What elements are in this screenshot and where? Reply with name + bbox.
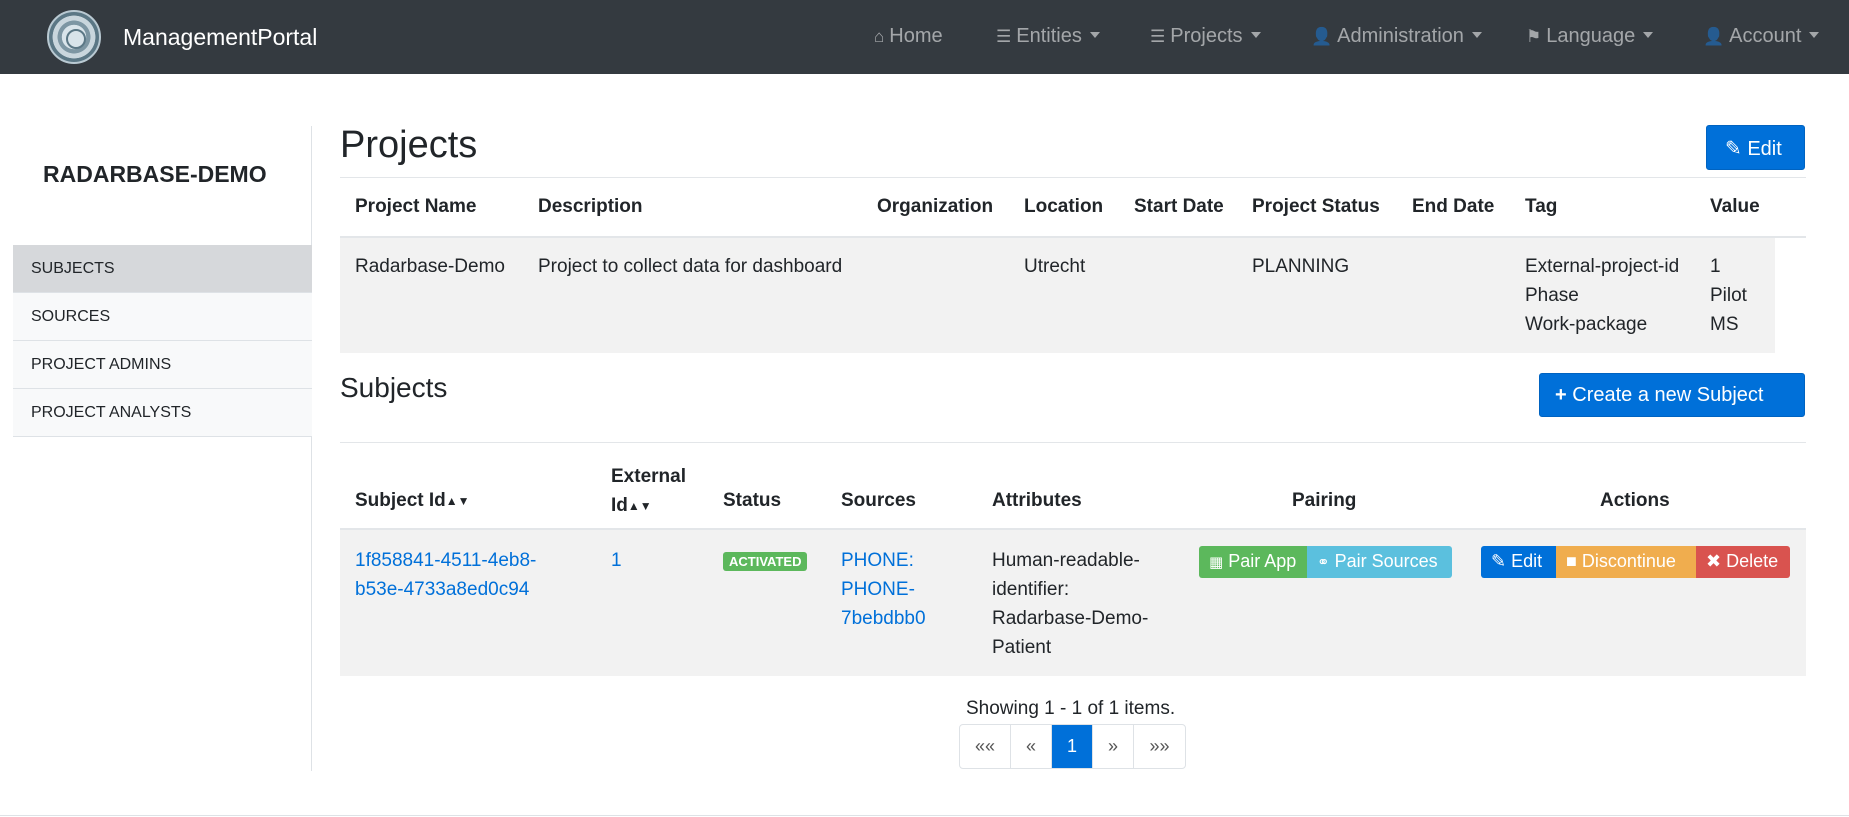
col-location: Location <box>1024 196 1104 217</box>
pair-sources-button[interactable]: ⚭ Pair Sources <box>1307 546 1452 578</box>
project-tag: Work-package <box>1525 314 1648 335</box>
project-location: Utrecht <box>1024 256 1086 277</box>
home-icon: ⌂ <box>874 27 885 46</box>
project-description: Project to collect data for dashboard <box>538 256 843 277</box>
close-icon: ✖ <box>1706 551 1722 571</box>
subject-attributes: Human-readable- identifier: Radarbase-De… <box>992 550 1149 658</box>
project-name: Radarbase-Demo <box>355 256 505 277</box>
col-description: Description <box>538 196 643 217</box>
page-prev[interactable]: « <box>1011 725 1052 768</box>
col-subject-id[interactable]: Subject Id▲▼ <box>355 490 470 512</box>
edit-subject-button[interactable]: ✎ Edit <box>1481 546 1556 578</box>
project-title: RADARBASE-DEMO <box>43 161 267 187</box>
nav-language[interactable]: ⚑ Language <box>1526 25 1654 48</box>
nav-projects[interactable]: ☰ Projects <box>1150 25 1261 48</box>
subject-id-link[interactable]: 1f858841-4511-4eb8- b53e-4733a8ed0c94 <box>355 546 536 604</box>
project-row: Radarbase-Demo Project to collect data f… <box>340 238 1775 353</box>
create-subject-button[interactable]: + Create a new Subject <box>1539 373 1805 417</box>
project-tag-value: MS <box>1710 314 1739 335</box>
list-icon: ☰ <box>996 27 1012 46</box>
logo[interactable] <box>47 10 101 64</box>
discontinue-button[interactable]: ■ Discontinue <box>1556 546 1696 578</box>
col-organization: Organization <box>877 196 994 217</box>
col-actions: Actions <box>1600 490 1670 511</box>
pencil-icon: ✎ <box>1725 138 1742 160</box>
sort-icon: ▲▼ <box>627 499 652 513</box>
caret-down-icon <box>1250 32 1261 38</box>
sidebar: RADARBASE-DEMO SUBJECTS SOURCES PROJECT … <box>13 126 312 771</box>
user-icon: 👤 <box>1703 27 1725 46</box>
sidebar-item-project-analysts[interactable]: PROJECT ANALYSTS <box>13 389 312 437</box>
footer-divider <box>0 815 1849 816</box>
caret-down-icon <box>1643 32 1654 38</box>
list-icon: ☰ <box>1150 27 1166 46</box>
link-icon: ⚭ <box>1317 554 1330 571</box>
nav-home[interactable]: ⌂ Home <box>874 25 943 48</box>
col-pairing: Pairing <box>1292 490 1357 511</box>
col-end-date: End Date <box>1412 196 1495 217</box>
col-project-status: Project Status <box>1252 196 1380 217</box>
col-status: Status <box>723 490 782 511</box>
col-sources: Sources <box>841 490 916 511</box>
col-external-id[interactable]: External Id▲▼ <box>611 462 686 521</box>
col-tag: Tag <box>1525 196 1558 217</box>
caret-down-icon <box>1471 32 1482 38</box>
page-next[interactable]: » <box>1093 725 1134 768</box>
project-tag-value: 1 <box>1710 256 1721 277</box>
col-project-name: Project Name <box>355 196 477 217</box>
pair-app-button[interactable]: ▦ Pair App <box>1199 546 1307 578</box>
col-value: Value <box>1710 196 1760 217</box>
project-tag-value: Pilot <box>1710 285 1747 306</box>
flag-icon: ⚑ <box>1526 27 1542 46</box>
plus-icon: + <box>1555 384 1567 406</box>
page-1[interactable]: 1 <box>1052 725 1093 768</box>
pagination: «« « 1 » »» <box>959 724 1186 769</box>
nav-administration[interactable]: 👤 Administration <box>1311 25 1482 48</box>
pencil-icon: ✎ <box>1491 551 1507 571</box>
status-badge: ACTIVATED <box>723 552 808 571</box>
page-title: Projects <box>340 124 478 166</box>
sidebar-item-project-admins[interactable]: PROJECT ADMINS <box>13 341 312 389</box>
user-plus-icon: 👤 <box>1311 27 1333 46</box>
sort-icon: ▲▼ <box>445 494 470 508</box>
stop-icon: ■ <box>1566 551 1577 571</box>
delete-button[interactable]: ✖ Delete <box>1696 546 1790 578</box>
nav-entities[interactable]: ☰ Entities <box>996 25 1100 48</box>
col-attributes: Attributes <box>992 490 1082 511</box>
nav-account[interactable]: 👤 Account <box>1703 25 1820 48</box>
edit-project-button[interactable]: ✎ Edit <box>1706 125 1805 170</box>
page-last[interactable]: »» <box>1134 725 1185 768</box>
caret-down-icon <box>1089 32 1100 38</box>
external-id-link[interactable]: 1 <box>611 546 622 575</box>
sidebar-item-subjects[interactable]: SUBJECTS <box>13 245 312 293</box>
sidebar-item-sources[interactable]: SOURCES <box>13 293 312 341</box>
items-summary: Showing 1 - 1 of 1 items. <box>966 698 1176 719</box>
divider <box>340 442 1806 443</box>
caret-down-icon <box>1809 32 1820 38</box>
source-link[interactable]: PHONE: PHONE- 7bebdbb0 <box>841 546 926 633</box>
brand-name[interactable]: ManagementPortal <box>123 24 317 51</box>
qrcode-icon: ▦ <box>1209 554 1224 571</box>
project-tag: Phase <box>1525 285 1579 306</box>
project-tag: External-project-id <box>1525 256 1680 277</box>
divider <box>340 177 1806 178</box>
col-start-date: Start Date <box>1134 196 1224 217</box>
subjects-title: Subjects <box>340 372 448 403</box>
page-first[interactable]: «« <box>960 725 1011 768</box>
navbar: ManagementPortal ⌂ Home ☰ Entities ☰ Projec… <box>0 0 1849 74</box>
project-status: PLANNING <box>1252 256 1350 277</box>
